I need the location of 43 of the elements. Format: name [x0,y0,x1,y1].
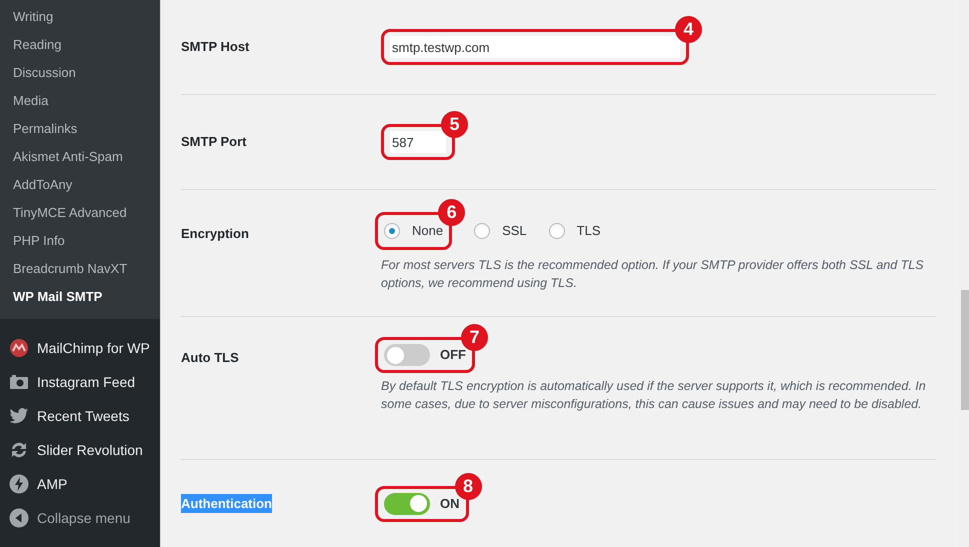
step-badge: 5 [441,111,468,138]
submenu-item[interactable]: Reading [0,31,160,59]
step-badge: 8 [454,472,482,500]
menu-item[interactable]: Instagram Feed [0,365,160,399]
submenu-item[interactable]: TinyMCE Advanced [0,199,160,227]
help-text: By default TLS encryption is automatically used if the server supports it, which is recommended. In some cases, due to server misconfigurations, this can cause issues and may need to be disabled. [381,378,926,413]
collapse-icon [9,508,29,528]
help-text: For most servers TLS is the recommended option. If your SMTP provider offers both SSL and TLS options, we recommend using TLS. [381,256,925,292]
setting-label: SMTP Host [181,38,250,56]
menu-item[interactable]: MailChimp for WP [0,331,160,365]
setting-label: Authentication [181,494,272,514]
radio-option[interactable]: TLS [548,219,600,242]
menu-item[interactable]: Recent Tweets [0,399,160,433]
submenu-item[interactable]: Breadcrumb NavXT [0,255,160,283]
submenu-item[interactable]: Writing [0,3,160,31]
radio-option[interactable]: SSL [474,219,527,242]
submenu-item[interactable]: Permalinks [0,115,160,143]
submenu-item[interactable]: Media [0,87,160,115]
mailchimp-icon [9,338,29,358]
step-badge: 7 [461,324,488,351]
submenu-item[interactable]: Discussion [0,59,160,87]
submenu-item[interactable]: Akismet Anti-Spam [0,143,160,171]
scrollbar-thumb[interactable] [961,290,969,410]
radio-button[interactable] [548,222,565,239]
refresh-icon [9,440,29,460]
camera-icon [9,372,29,392]
setting-label: SMTP Port [181,133,246,152]
radio-button[interactable] [474,222,490,239]
menu-item[interactable]: AMP [0,467,160,501]
menu-item[interactable]: Collapse menu [0,501,160,535]
submenu-item[interactable]: AddToAny [0,171,160,199]
submenu-item[interactable]: WP Mail SMTP [0,283,160,311]
input-field[interactable]: smtp.testwp.com [390,36,680,58]
setting-label: Auto TLS [181,349,239,367]
step-badge: 4 [675,16,702,43]
radio-button[interactable] [384,222,400,239]
menu-item[interactable]: Slider Revolution [0,433,160,467]
setting-label: Encryption [181,225,249,243]
input-field[interactable]: 587 [390,131,446,153]
step-badge: 6 [438,199,466,226]
submenu-item[interactable]: PHP Info [0,227,160,255]
bird-icon [9,406,29,426]
bolt-icon [9,474,29,494]
